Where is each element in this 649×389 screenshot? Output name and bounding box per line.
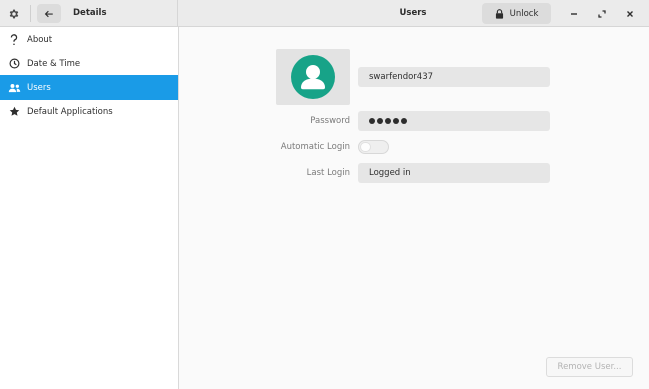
avatar-button[interactable]: [276, 49, 350, 105]
sidebar-item-label: Date & Time: [27, 58, 81, 69]
sidebar-item-about[interactable]: About: [0, 27, 178, 52]
maximize-button[interactable]: [593, 5, 610, 22]
last-login-value: Logged in: [358, 163, 550, 183]
sidebar-item-default-applications[interactable]: Default Applications: [0, 99, 178, 124]
password-field[interactable]: [358, 111, 550, 131]
avatar-icon: [291, 55, 335, 99]
minimize-icon: [570, 12, 577, 15]
header-bar: Details Users Unlock: [0, 0, 649, 27]
sidebar-item-date-time[interactable]: Date & Time: [0, 51, 178, 76]
minimize-button[interactable]: [565, 5, 582, 22]
arrow-left-icon: [44, 10, 53, 17]
last-login-label: Last Login: [306, 168, 350, 178]
username-field[interactable]: swarfendor437: [358, 67, 550, 87]
question-icon: [7, 33, 21, 47]
clock-icon: [7, 57, 21, 71]
page-title: Users: [399, 8, 427, 18]
toggle-knob: [360, 142, 371, 152]
gear-icon[interactable]: [5, 5, 23, 22]
sidebar-title: Details: [73, 8, 107, 18]
unlock-button[interactable]: Unlock: [482, 3, 551, 24]
maximize-icon: [597, 9, 606, 18]
close-button[interactable]: [621, 5, 638, 22]
password-label: Password: [310, 116, 350, 126]
sidebar-item-label: About: [27, 34, 53, 45]
automatic-login-toggle[interactable]: [358, 140, 389, 154]
header-separator: [30, 5, 31, 22]
user-details-panel: swarfendor437 Password Automatic Login L…: [179, 27, 649, 389]
close-icon: [626, 10, 633, 17]
password-mask: [369, 118, 407, 124]
sidebar-header: Details: [0, 0, 178, 27]
sidebar-item-label: Users: [27, 82, 51, 93]
sidebar-item-users[interactable]: Users: [0, 75, 178, 100]
star-icon: [7, 105, 21, 119]
back-button[interactable]: [37, 4, 61, 23]
sidebar: About Date & Time Users Default Applicat…: [0, 27, 179, 389]
unlock-label: Unlock: [509, 8, 539, 19]
users-icon: [7, 81, 21, 95]
sidebar-item-label: Default Applications: [27, 106, 113, 117]
remove-user-button[interactable]: Remove User...: [546, 357, 633, 377]
lock-icon: [495, 8, 503, 19]
automatic-login-label: Automatic Login: [280, 142, 350, 152]
